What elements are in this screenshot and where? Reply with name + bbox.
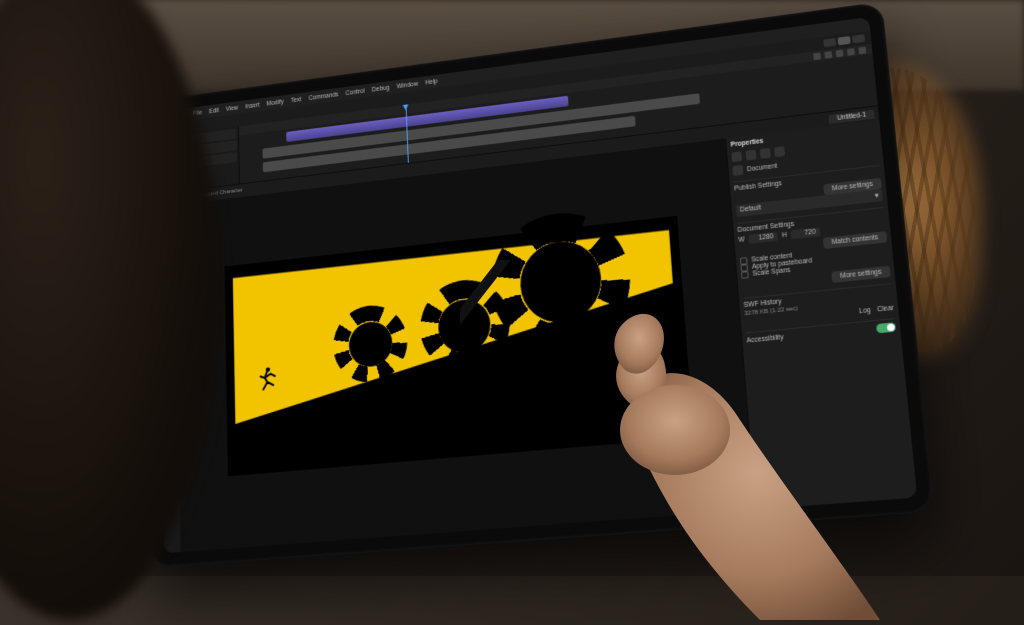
height-input[interactable]: 720	[790, 227, 820, 239]
artwork-spikeball	[348, 320, 393, 369]
app-window: Animate File Edit View Insert Modify Tex…	[160, 17, 917, 553]
menu-control[interactable]: Control	[346, 88, 365, 97]
menu-debug[interactable]: Debug	[372, 84, 390, 93]
width-input[interactable]: 1280	[748, 232, 778, 244]
prev-frame-icon[interactable]	[813, 53, 821, 61]
doc-tab-icon[interactable]	[774, 146, 785, 157]
menu-commands[interactable]: Commands	[308, 91, 338, 101]
chevron-down-icon: ▾	[874, 191, 878, 199]
menu-insert[interactable]: Insert	[245, 102, 259, 110]
clear-button[interactable]: Clear	[877, 305, 894, 314]
scale-spans-checkbox[interactable]	[741, 271, 749, 279]
artwork-spikeball	[518, 238, 603, 327]
onion-skin-icon[interactable]	[858, 47, 866, 55]
artwork-running-figure	[256, 365, 277, 392]
artwork-spikeball	[438, 297, 492, 355]
log-button[interactable]: Log	[859, 307, 871, 315]
tool-tab-icon[interactable]	[731, 151, 742, 162]
accessibility-label: Accessibility	[746, 334, 784, 345]
preset-value: Default	[740, 204, 762, 214]
menu-modify[interactable]: Modify	[267, 98, 284, 107]
play-icon[interactable]	[824, 51, 832, 59]
document-icon	[732, 165, 743, 176]
menu-view[interactable]: View	[226, 104, 238, 112]
accessibility-toggle[interactable]	[876, 322, 896, 333]
properties-panel: Properties Document Publish Settings	[725, 120, 917, 510]
next-frame-icon[interactable]	[836, 50, 844, 58]
menu-window[interactable]: Window	[397, 81, 419, 90]
frame-tab-icon[interactable]	[760, 148, 771, 159]
object-tab-icon[interactable]	[745, 150, 756, 161]
menu-edit[interactable]: Edit	[209, 107, 219, 115]
menu-help[interactable]: Help	[425, 78, 438, 86]
loop-icon[interactable]	[847, 48, 855, 56]
menu-text[interactable]: Text	[291, 96, 302, 104]
stage-area[interactable]	[177, 139, 755, 552]
tablet-device: Animate File Edit View Insert Modify Tex…	[120, 40, 900, 540]
document-label: Document	[747, 162, 778, 172]
canvas[interactable]	[224, 216, 694, 476]
